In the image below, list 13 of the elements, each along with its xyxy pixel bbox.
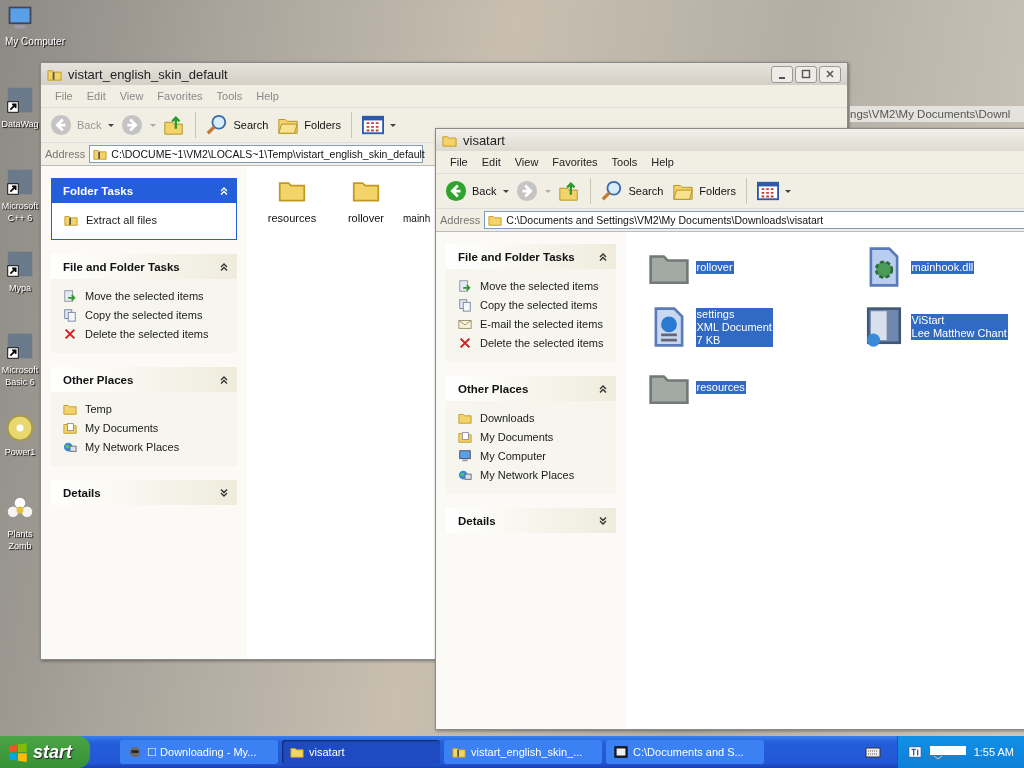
panel-title: Other Places bbox=[63, 373, 134, 386]
panel-title: Folder Tasks bbox=[63, 184, 134, 197]
window-title: visatart bbox=[463, 132, 505, 148]
panel-title: File and Folder Tasks bbox=[458, 250, 575, 263]
address-label: Address bbox=[440, 214, 481, 226]
background-window-address: ngs\VM2\My Documents\Downl bbox=[850, 106, 1024, 122]
panel-title: File and Folder Tasks bbox=[63, 260, 180, 273]
address-label: Address bbox=[45, 148, 86, 160]
panel-title: Other Places bbox=[458, 382, 529, 395]
panel-title: Details bbox=[63, 486, 101, 499]
panel-title: Details bbox=[458, 514, 496, 527]
window-title: vistart_english_skin_default bbox=[68, 66, 228, 82]
clock: 1:55 AM bbox=[973, 746, 1014, 758]
